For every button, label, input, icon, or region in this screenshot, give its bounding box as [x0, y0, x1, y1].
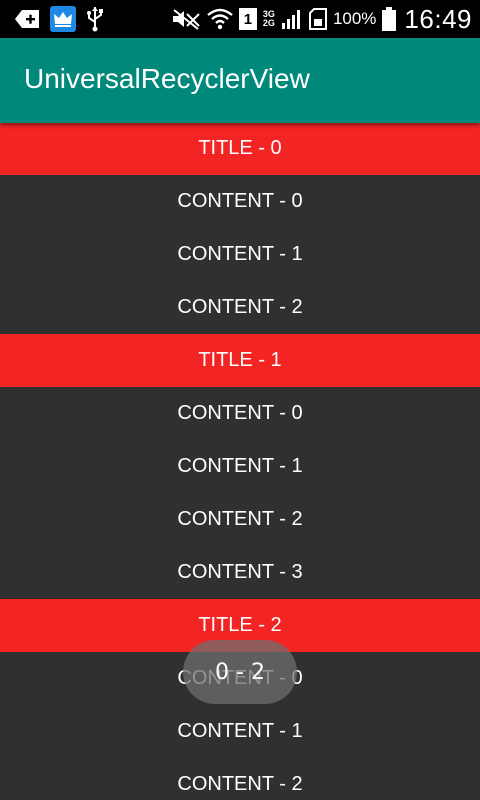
- content-row[interactable]: CONTENT - 3: [0, 546, 480, 599]
- content-row[interactable]: CONTENT - 0: [0, 387, 480, 440]
- status-bar: 1 3G 2G 100% 16:49: [0, 0, 480, 38]
- content-row[interactable]: CONTENT - 2: [0, 281, 480, 334]
- mute-icon: [171, 8, 201, 30]
- notification-icons: [14, 6, 104, 32]
- app-bar: UniversalRecyclerView: [0, 38, 480, 123]
- network-type-bottom: 2G: [262, 18, 275, 28]
- usb-icon: [86, 6, 104, 32]
- system-icons: 1 3G 2G 100% 16:49: [171, 4, 472, 34]
- wifi-icon: [207, 8, 233, 30]
- sd-card-icon: [308, 8, 327, 30]
- section-title-row[interactable]: TITLE - 1: [0, 334, 480, 387]
- content-row[interactable]: CONTENT - 0: [0, 175, 480, 228]
- content-row[interactable]: CONTENT - 2: [0, 493, 480, 546]
- battery-percent: 100%: [332, 9, 377, 28]
- crown-app-icon: [50, 6, 76, 32]
- add-notification-icon: [14, 9, 40, 29]
- network-type-label: 3G 2G: [263, 10, 275, 28]
- battery-icon: [382, 7, 397, 31]
- signal-icon: [281, 8, 303, 30]
- sim-icon: 1: [238, 8, 257, 30]
- content-row[interactable]: CONTENT - 2: [0, 758, 480, 800]
- app-title: UniversalRecyclerView: [24, 63, 310, 94]
- content-row[interactable]: CONTENT - 1: [0, 228, 480, 281]
- section-title-row[interactable]: TITLE - 0: [0, 122, 480, 175]
- content-row[interactable]: CONTENT - 1: [0, 705, 480, 758]
- content-row[interactable]: CONTENT - 1: [0, 440, 480, 493]
- fast-scroll-indicator: 0 - 2: [183, 640, 297, 704]
- clock: 16:49: [404, 3, 472, 34]
